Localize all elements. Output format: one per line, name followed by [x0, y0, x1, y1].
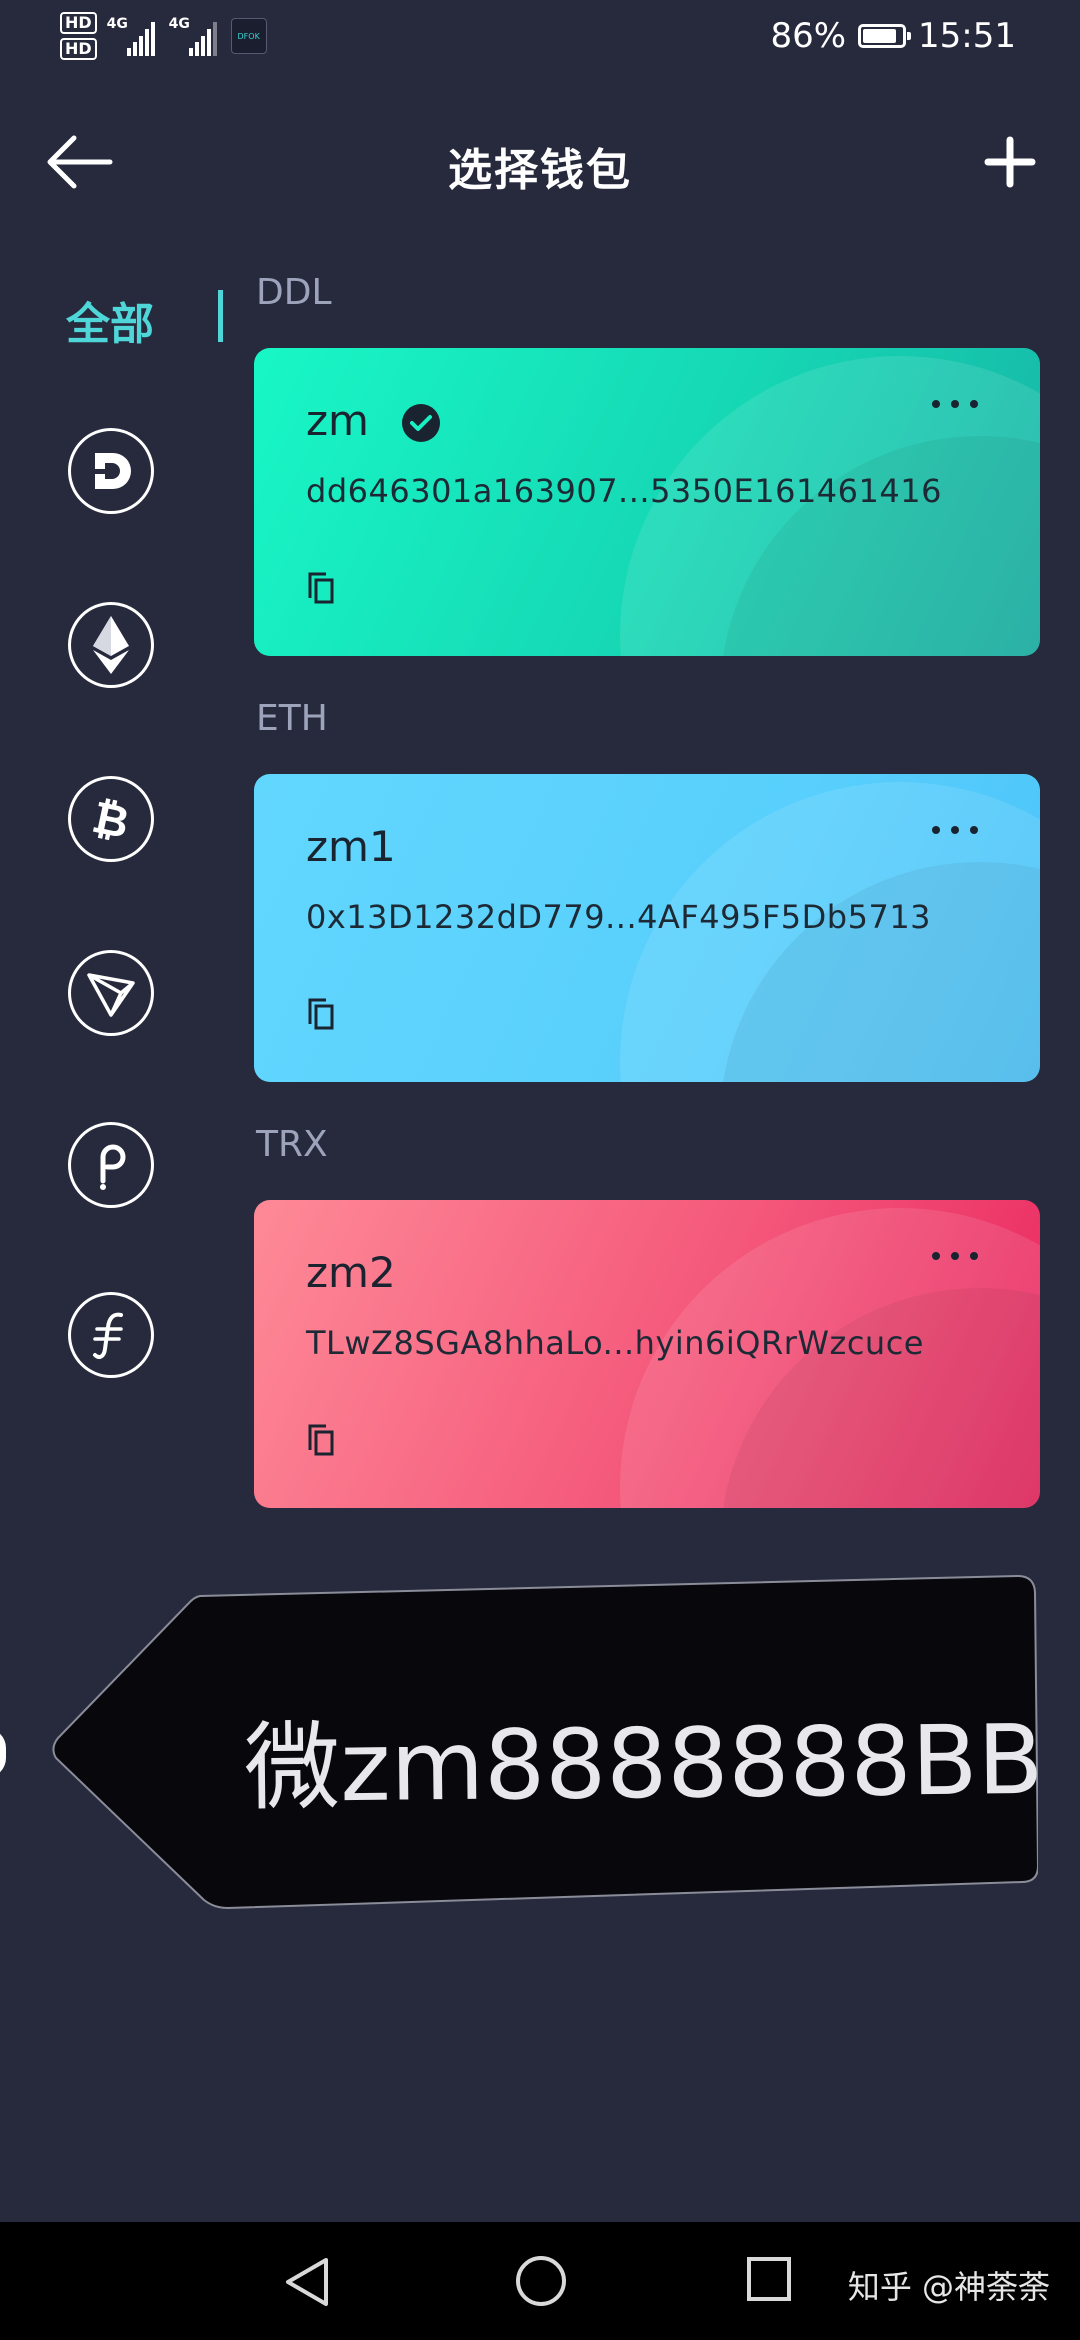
check-circle-icon	[402, 404, 440, 442]
signal-icon-2: 4G	[169, 16, 221, 56]
status-left: HD HD 4G 4G DFOK	[60, 12, 267, 60]
btc-coin-icon: ₿	[88, 792, 134, 847]
eth-coin-icon	[93, 616, 129, 674]
more-horizontal-icon	[932, 400, 978, 408]
watermark: 知乎 @神荼荼	[847, 2268, 1050, 2306]
status-right: 86% 15:51	[770, 16, 1016, 56]
wallet-more-button[interactable]	[930, 1248, 980, 1268]
category-eth[interactable]	[68, 602, 154, 688]
wallet-name: zm	[306, 396, 369, 445]
category-trx[interactable]	[68, 950, 154, 1036]
wallet-address: dd646301a163907...5350E161461416	[306, 472, 942, 510]
wallet-address: 0x13D1232dD779...4AF495F5Db5713	[306, 898, 932, 936]
battery-icon	[858, 24, 912, 48]
nav-home-button[interactable]	[514, 2254, 568, 2308]
banner-text: 微zm8888888BB	[243, 1703, 1044, 1825]
status-bar: HD HD 4G 4G DFOK 86% 15:51	[0, 0, 1080, 80]
copy-icon	[308, 572, 334, 604]
copy-icon	[308, 998, 334, 1030]
wallet-card-eth[interactable]: zm1 0x13D1232dD779...4AF495F5Db5713	[254, 774, 1040, 1082]
category-btc[interactable]: ₿	[68, 776, 154, 862]
category-active-indicator	[218, 290, 223, 342]
system-nav-bar: 知乎 @神荼荼	[0, 2222, 1080, 2340]
square-recent-icon	[747, 2257, 791, 2301]
copy-address-button[interactable]	[306, 998, 338, 1032]
hd-badge-1: HD	[60, 12, 97, 34]
circle-home-icon	[516, 2256, 566, 2306]
section-label-eth: ETH	[256, 698, 328, 739]
section-label-ddl: DDL	[256, 272, 332, 313]
more-horizontal-icon	[932, 826, 978, 834]
copy-address-button[interactable]	[306, 572, 338, 606]
wallet-card-trx[interactable]: zm2 TLwZ8SGA8hhaLo...hyin6iQRrWzcuce	[254, 1200, 1040, 1508]
trx-coin-icon	[87, 973, 135, 1017]
notification-app-label: DFOK	[237, 31, 260, 41]
category-dot[interactable]	[68, 1122, 154, 1208]
wallet-more-button[interactable]	[930, 822, 980, 842]
copy-icon	[308, 1424, 334, 1456]
more-horizontal-icon	[932, 1252, 978, 1260]
wallet-card-ddl[interactable]: zm dd646301a163907...5350E161461416	[254, 348, 1040, 656]
network-type-1: 4G	[106, 16, 128, 32]
category-fil[interactable]	[68, 1292, 154, 1378]
contact-banner: 微zm8888888BB	[48, 1570, 1044, 1910]
hd-badge-2: HD	[60, 38, 97, 60]
nav-recent-button[interactable]	[746, 2256, 792, 2302]
wallet-more-button[interactable]	[930, 396, 980, 416]
copy-address-button[interactable]	[306, 1424, 338, 1458]
signal-icon-1: 4G	[107, 16, 159, 56]
add-wallet-button[interactable]	[982, 134, 1038, 190]
dot-coin-icon	[100, 1144, 126, 1190]
section-label-trx: TRX	[256, 1124, 328, 1165]
nav-back-button[interactable]	[282, 2256, 332, 2308]
wallet-name: zm2	[306, 1248, 396, 1297]
network-type-2: 4G	[168, 16, 190, 32]
page-title: 选择钱包	[448, 145, 632, 196]
category-ddl[interactable]	[68, 428, 154, 514]
clock: 15:51	[918, 16, 1016, 56]
header: 选择钱包	[0, 110, 1080, 220]
wallet-address: TLwZ8SGA8hhaLo...hyin6iQRrWzcuce	[306, 1324, 924, 1362]
triangle-back-icon	[286, 2258, 328, 2306]
fil-coin-icon	[93, 1312, 123, 1359]
edge-handle	[0, 1728, 6, 1778]
hd-indicators: HD HD	[60, 12, 97, 60]
battery-percent: 86%	[770, 16, 847, 56]
wallet-name: zm1	[306, 822, 396, 871]
plus-icon	[984, 136, 1036, 188]
svg-text:₿: ₿	[88, 792, 134, 847]
ddl-coin-icon	[91, 453, 131, 489]
notification-app-icon: DFOK	[230, 18, 267, 54]
category-all[interactable]: 全部	[66, 288, 154, 352]
